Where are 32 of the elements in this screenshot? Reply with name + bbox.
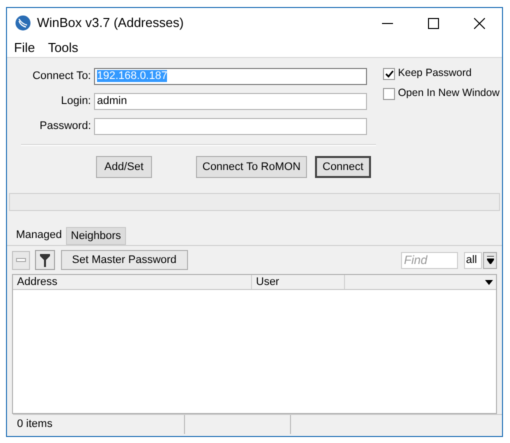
menu-item[interactable]: Tools	[48, 38, 78, 58]
filter-icon	[40, 254, 50, 266]
input-field[interactable]	[94, 118, 367, 135]
menu-item[interactable]: File	[14, 38, 35, 58]
checkbox[interactable]	[383, 88, 395, 100]
button[interactable]: Connect To RoMON	[196, 156, 307, 178]
field-label: Login:	[60, 94, 92, 110]
window-title: WinBox v3.7 (Addresses)	[37, 14, 184, 32]
filter-button[interactable]	[35, 250, 55, 270]
status-text: 0 items	[13, 415, 185, 434]
checkbox-label: Open In New Window	[398, 86, 500, 101]
app-logo-icon	[15, 15, 31, 31]
field-label: Password:	[38, 119, 92, 134]
tab[interactable]: Neighbors	[66, 227, 126, 245]
close-icon	[474, 18, 484, 28]
field-label: Connect To:	[31, 69, 92, 84]
maximize-icon	[428, 18, 438, 28]
button[interactable]: Connect	[315, 156, 371, 178]
column-header[interactable]: User	[252, 275, 345, 289]
column-header[interactable]: Address	[13, 275, 252, 289]
filter-dropdown[interactable]: all	[464, 252, 482, 268]
dropdown-button[interactable]	[483, 252, 497, 268]
download-icon	[486, 256, 494, 264]
set-master-password-button[interactable]: Set Master Password	[61, 250, 188, 270]
input-field[interactable]: admin	[94, 93, 367, 110]
column-menu-icon[interactable]	[485, 280, 493, 284]
find-field[interactable]: Find	[401, 252, 458, 268]
button[interactable]: Add/Set	[96, 156, 152, 178]
minus-icon	[16, 258, 26, 262]
checkbox-label: Keep Password	[398, 66, 472, 81]
checkbox[interactable]	[383, 68, 395, 80]
minimize-icon	[382, 22, 392, 24]
